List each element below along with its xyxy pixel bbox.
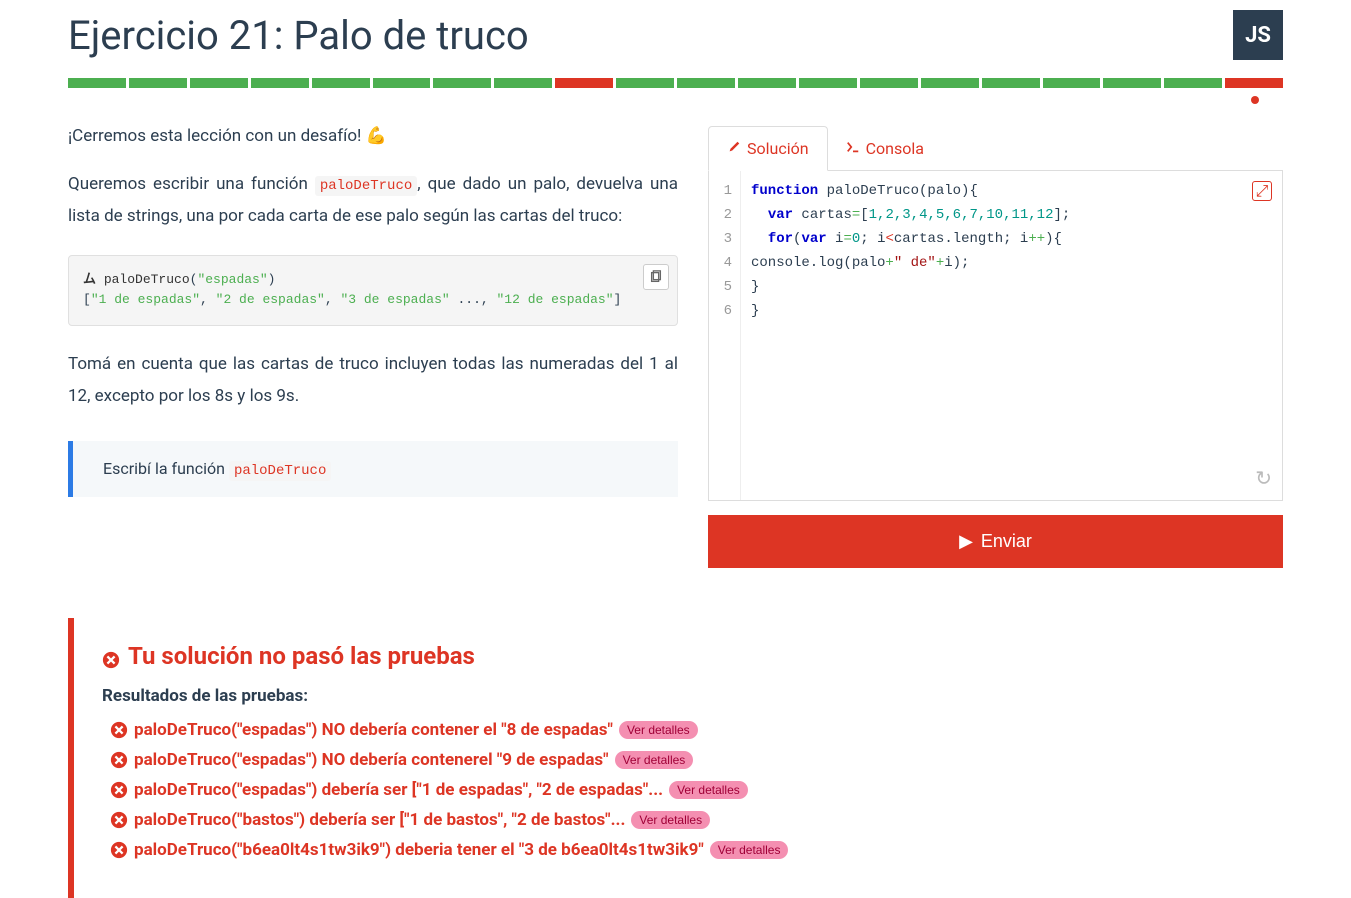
intro-text: ¡Cerremos esta lección con un desafío! 💪 xyxy=(68,126,678,146)
progress-segment[interactable] xyxy=(190,78,248,88)
submit-button[interactable]: ▶ Enviar xyxy=(708,515,1283,568)
code-area[interactable]: function paloDeTruco(palo){ var cartas=[… xyxy=(741,171,1282,500)
tab-console[interactable]: Consola xyxy=(828,126,942,170)
tab-solution[interactable]: Solución xyxy=(708,126,828,171)
progress-current-dot xyxy=(1251,96,1259,104)
test-text: paloDeTruco("bastos") debería ser ["1 de… xyxy=(134,810,625,830)
test-text: paloDeTruco("b6ea0lt4s1tw3ik9") deberia … xyxy=(134,840,704,860)
progress-segment[interactable] xyxy=(68,78,126,88)
progress-segment[interactable] xyxy=(1103,78,1161,88)
progress-segment[interactable] xyxy=(1043,78,1101,88)
progress-segment[interactable] xyxy=(616,78,674,88)
test-text: paloDeTruco("espadas") NO debería conten… xyxy=(134,750,609,770)
progress-segment[interactable] xyxy=(373,78,431,88)
details-button[interactable]: Ver detalles xyxy=(669,781,748,799)
results-subtitle: Resultados de las pruebas: xyxy=(102,686,1255,706)
fail-icon xyxy=(102,647,120,665)
fail-icon xyxy=(110,841,128,859)
progress-segment[interactable] xyxy=(494,78,552,88)
prompt-icon: ム xyxy=(83,272,104,287)
description-text: Queremos escribir una función paloDeTruc… xyxy=(68,168,678,233)
test-result-item: paloDeTruco("espadas") NO debería conten… xyxy=(102,750,1255,770)
fail-icon xyxy=(110,751,128,769)
progress-segment[interactable] xyxy=(860,78,918,88)
progress-segment[interactable] xyxy=(677,78,735,88)
progress-segment[interactable] xyxy=(1225,78,1283,88)
progress-segment[interactable] xyxy=(1164,78,1222,88)
fail-icon xyxy=(110,781,128,799)
progress-segment[interactable] xyxy=(251,78,309,88)
test-result-item: paloDeTruco("bastos") debería ser ["1 de… xyxy=(102,810,1255,830)
console-icon xyxy=(846,139,860,158)
test-result-item: paloDeTruco("b6ea0lt4s1tw3ik9") deberia … xyxy=(102,840,1255,860)
language-badge: JS xyxy=(1233,10,1283,60)
task-instruction: Escribí la función paloDeTruco xyxy=(68,441,678,497)
page-title: Ejercicio 21: Palo de truco xyxy=(68,12,529,59)
fail-icon xyxy=(110,721,128,739)
progress-segment[interactable] xyxy=(799,78,857,88)
test-text: paloDeTruco("espadas") NO debería conten… xyxy=(134,720,613,740)
inline-code: paloDeTruco xyxy=(315,176,417,196)
reset-icon[interactable]: ↻ xyxy=(1255,466,1272,490)
details-button[interactable]: Ver detalles xyxy=(615,751,694,769)
progress-segment[interactable] xyxy=(312,78,370,88)
editor-tabs: Solución Consola xyxy=(708,126,1283,171)
progress-segment[interactable] xyxy=(982,78,1040,88)
fail-icon xyxy=(110,811,128,829)
pencil-icon xyxy=(727,139,741,158)
copy-button[interactable] xyxy=(643,264,669,290)
line-gutter: 123456 xyxy=(709,171,741,500)
play-icon: ▶ xyxy=(959,531,973,552)
inline-code: paloDeTruco xyxy=(229,461,331,481)
test-result-item: paloDeTruco("espadas") NO debería conten… xyxy=(102,720,1255,740)
note-text: Tomá en cuenta que las cartas de truco i… xyxy=(68,348,678,413)
progress-segment[interactable] xyxy=(921,78,979,88)
details-button[interactable]: Ver detalles xyxy=(631,811,710,829)
details-button[interactable]: Ver detalles xyxy=(619,721,698,739)
test-results: Tu solución no pasó las pruebas Resultad… xyxy=(68,618,1283,898)
test-result-item: paloDeTruco("espadas") debería ser ["1 d… xyxy=(102,780,1255,800)
progress-segment[interactable] xyxy=(433,78,491,88)
expand-icon[interactable]: ⤢ xyxy=(1252,181,1272,201)
test-text: paloDeTruco("espadas") debería ser ["1 d… xyxy=(134,780,663,800)
progress-bar xyxy=(68,78,1283,88)
code-editor[interactable]: ⤢ ↻ 123456 function paloDeTruco(palo){ v… xyxy=(708,171,1283,501)
progress-segment[interactable] xyxy=(129,78,187,88)
progress-segment[interactable] xyxy=(555,78,613,88)
progress-segment[interactable] xyxy=(738,78,796,88)
details-button[interactable]: Ver detalles xyxy=(710,841,789,859)
code-example: ム paloDeTruco("espadas") ["1 de espadas"… xyxy=(68,255,678,327)
